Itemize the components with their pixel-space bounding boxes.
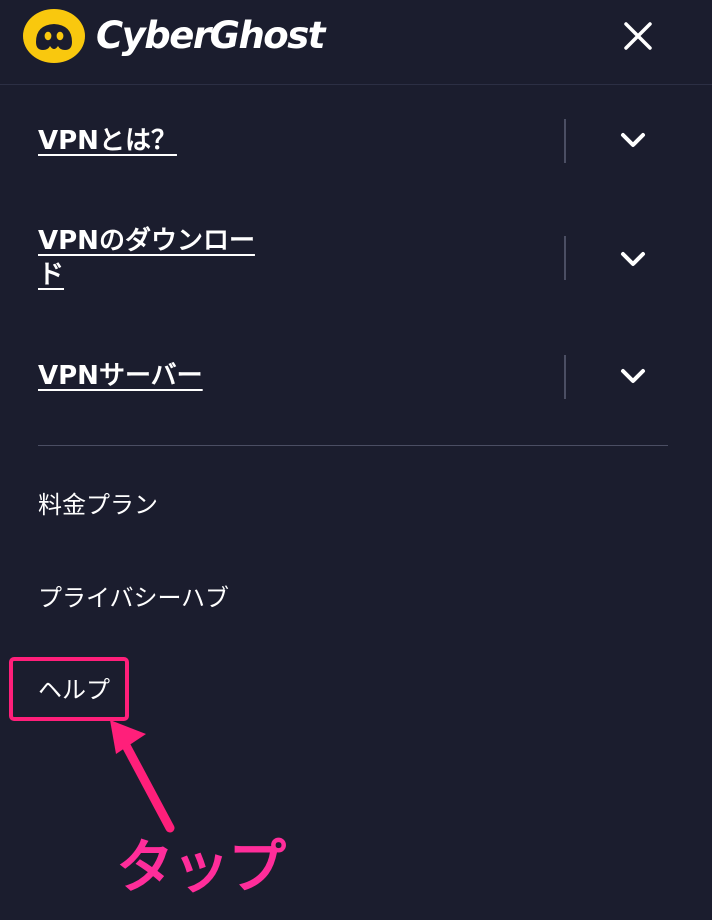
nav-divider: [564, 236, 566, 280]
close-icon[interactable]: [614, 12, 662, 60]
nav-item-vpn-servers: VPNサーバー: [38, 355, 668, 401]
annotation-highlight-box: [9, 657, 129, 721]
menu-separator: [38, 445, 668, 446]
site-header: CyberGhost: [0, 0, 712, 85]
nav-item-vpn-download: VPNのダウンロー ド: [38, 222, 668, 298]
nav-link-line: VPNのダウンロー: [38, 226, 255, 256]
nav-link-vpn-servers[interactable]: VPNサーバー: [38, 359, 203, 393]
annotation-arrow-icon: [110, 720, 175, 833]
nav-link-vpn-download[interactable]: VPNのダウンロー ド: [38, 224, 255, 292]
annotation-tap-label: タップ: [116, 833, 286, 901]
nav-item-what-is-vpn: VPNとは？: [38, 118, 668, 164]
nav-divider: [564, 355, 566, 399]
chevron-down-icon[interactable]: [618, 367, 648, 387]
brand-logo-text[interactable]: CyberGhost: [96, 12, 325, 60]
chevron-down-icon[interactable]: [618, 131, 648, 151]
nav-link-line: ド: [38, 260, 65, 290]
nav-divider: [564, 119, 566, 163]
link-pricing[interactable]: 料金プラン: [38, 489, 158, 521]
ghost-face-icon[interactable]: [22, 8, 86, 64]
link-privacy-hub[interactable]: プライバシーハブ: [38, 582, 229, 614]
nav-link-what-is-vpn[interactable]: VPNとは？: [38, 124, 177, 158]
chevron-down-icon[interactable]: [618, 250, 648, 270]
